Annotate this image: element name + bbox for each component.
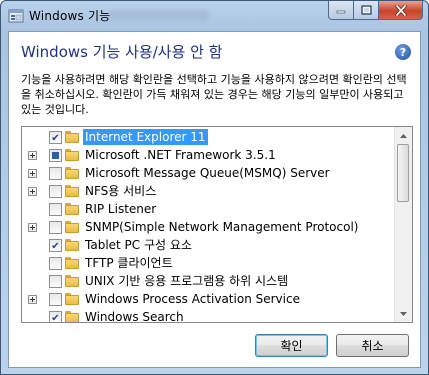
ok-button[interactable]: 확인 xyxy=(255,334,328,357)
feature-checkbox[interactable] xyxy=(49,257,62,270)
window-controls xyxy=(328,1,423,20)
feature-label[interactable]: RIP Listener xyxy=(83,201,158,217)
feature-checkbox[interactable] xyxy=(49,167,62,180)
feature-row[interactable]: NFS용 서비스 xyxy=(22,182,397,200)
scrollbar-thumb[interactable] xyxy=(397,144,409,202)
folder-icon xyxy=(65,239,79,251)
feature-label[interactable]: Microsoft .NET Framework 3.5.1 xyxy=(83,147,278,163)
folder-icon xyxy=(65,257,79,269)
feature-row[interactable]: Tablet PC 구성 요소 xyxy=(22,236,397,254)
feature-checkbox[interactable] xyxy=(49,239,62,252)
feature-checkbox[interactable] xyxy=(49,131,62,144)
close-button[interactable] xyxy=(379,1,423,20)
windows-features-icon xyxy=(8,9,24,23)
dialog-content: Windows 기능 사용/사용 안 함 ? 기능을 사용하려면 해당 확인란을… xyxy=(8,31,421,368)
feature-label[interactable]: Tablet PC 구성 요소 xyxy=(83,237,194,253)
page-title: Windows 기능 사용/사용 안 함 xyxy=(21,43,223,61)
feature-label[interactable]: UNIX 기반 응용 프로그램용 하위 시스템 xyxy=(83,273,290,289)
feature-label[interactable]: Microsoft Message Queue(MSMQ) Server xyxy=(83,165,332,181)
feature-row[interactable]: UNIX 기반 응용 프로그램용 하위 시스템 xyxy=(22,272,397,290)
expand-icon[interactable] xyxy=(28,223,37,232)
feature-label[interactable]: SNMP(Simple Network Management Protocol) xyxy=(83,219,360,235)
feature-checkbox[interactable] xyxy=(49,311,62,322)
feature-row[interactable]: Microsoft Message Queue(MSMQ) Server xyxy=(22,164,397,182)
feature-label[interactable]: Windows Process Activation Service xyxy=(83,291,302,307)
folder-icon xyxy=(65,221,79,233)
vertical-scrollbar[interactable] xyxy=(394,127,412,322)
window-title: Windows 기능 xyxy=(29,9,111,23)
folder-icon xyxy=(65,185,79,197)
feature-row[interactable]: Microsoft .NET Framework 3.5.1 xyxy=(22,146,397,164)
expand-icon[interactable] xyxy=(28,187,37,196)
feature-label[interactable]: Windows Search xyxy=(83,309,186,322)
windows-features-dialog: Windows 기능 Windows 기능 사용/사용 안 함 ? 기능을 사용… xyxy=(0,0,429,375)
feature-row[interactable]: Windows Search xyxy=(22,308,397,322)
feature-checkbox[interactable] xyxy=(49,275,62,288)
feature-row[interactable]: Windows Process Activation Service xyxy=(22,290,397,308)
maximize-button[interactable] xyxy=(354,1,379,20)
feature-row[interactable]: RIP Listener xyxy=(22,200,397,218)
minimize-button[interactable] xyxy=(328,1,354,20)
close-icon xyxy=(394,4,407,16)
expand-icon[interactable] xyxy=(28,295,37,304)
arrow-down-icon xyxy=(400,311,407,316)
folder-icon xyxy=(65,203,79,215)
folder-icon xyxy=(65,293,79,305)
feature-checkbox[interactable] xyxy=(49,203,62,216)
feature-checkbox[interactable] xyxy=(49,149,62,162)
folder-icon xyxy=(65,311,79,322)
instructions-text: 기능을 사용하려면 해당 확인란을 선택하고 기능을 사용하지 않으려면 확인란… xyxy=(21,73,407,116)
title-bar[interactable]: Windows 기능 xyxy=(1,1,428,31)
feature-checkbox[interactable] xyxy=(49,185,62,198)
feature-row[interactable]: SNMP(Simple Network Management Protocol) xyxy=(22,218,397,236)
expand-icon[interactable] xyxy=(28,151,37,160)
minimize-icon xyxy=(336,10,346,14)
folder-icon xyxy=(65,131,79,143)
scroll-up-button[interactable] xyxy=(395,127,412,144)
help-icon[interactable]: ? xyxy=(395,44,411,60)
expand-icon[interactable] xyxy=(28,169,37,178)
scroll-down-button[interactable] xyxy=(395,305,412,322)
title-obscured-region xyxy=(109,10,209,20)
feature-row[interactable]: TFTP 클라이언트 xyxy=(22,254,397,272)
folder-icon xyxy=(65,149,79,161)
arrow-up-icon xyxy=(400,133,407,138)
cancel-button[interactable]: 취소 xyxy=(336,334,409,357)
feature-label[interactable]: TFTP 클라이언트 xyxy=(83,255,175,271)
folder-icon xyxy=(65,167,79,179)
feature-row[interactable]: Internet Explorer 11 xyxy=(22,128,397,146)
feature-checkbox[interactable] xyxy=(49,221,62,234)
features-tree[interactable]: Internet Explorer 11 Microsoft .NET Frame… xyxy=(21,126,413,323)
maximize-icon xyxy=(360,5,372,15)
folder-icon xyxy=(65,275,79,287)
feature-label[interactable]: NFS용 서비스 xyxy=(83,183,158,199)
feature-label[interactable]: Internet Explorer 11 xyxy=(83,129,208,145)
feature-checkbox[interactable] xyxy=(49,293,62,306)
